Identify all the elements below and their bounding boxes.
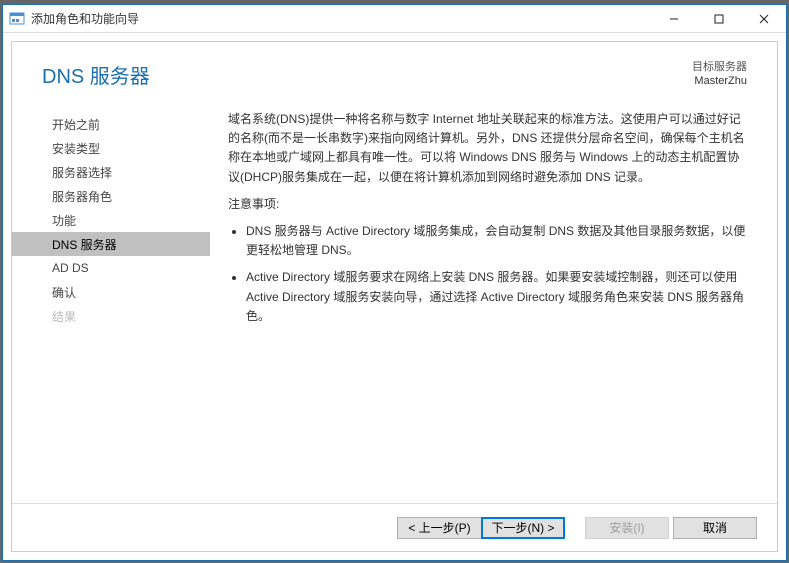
sidebar-item-label: 服务器选择: [52, 164, 112, 181]
body: 开始之前 安装类型 服务器选择 服务器角色 功能 DNS 服务器 AD DS 确…: [12, 108, 777, 503]
notice-item: DNS 服务器与 Active Directory 域服务集成，会自动复制 DN…: [246, 222, 747, 260]
sidebar-item-features[interactable]: 功能: [12, 208, 210, 232]
footer: < 上一步(P) 下一步(N) > 安装(I) 取消: [12, 503, 777, 551]
titlebar: 添加角色和功能向导: [3, 5, 786, 33]
cancel-button[interactable]: 取消: [673, 517, 757, 539]
sidebar-item-server-roles[interactable]: 服务器角色: [12, 184, 210, 208]
wizard-window: 添加角色和功能向导 DNS 服务器 目标服务器 MasterZhu 开始之前 安…: [2, 4, 787, 561]
nav-button-group: < 上一步(P) 下一步(N) >: [397, 517, 565, 539]
sidebar: 开始之前 安装类型 服务器选择 服务器角色 功能 DNS 服务器 AD DS 确…: [12, 108, 210, 493]
next-button[interactable]: 下一步(N) >: [481, 517, 565, 539]
target-server-box: 目标服务器 MasterZhu: [692, 60, 747, 89]
window-title: 添加角色和功能向导: [31, 10, 139, 27]
minimize-button[interactable]: [651, 5, 696, 33]
sidebar-item-results: 结果: [12, 304, 210, 328]
sidebar-item-ad-ds[interactable]: AD DS: [12, 256, 210, 280]
sidebar-item-label: 结果: [52, 308, 76, 325]
app-icon: [9, 11, 25, 27]
sidebar-item-label: AD DS: [52, 261, 89, 275]
sidebar-item-label: 安装类型: [52, 140, 100, 157]
maximize-button[interactable]: [696, 5, 741, 33]
notice-item: Active Directory 域服务要求在网络上安装 DNS 服务器。如果要…: [246, 268, 747, 326]
content-area: 域名系统(DNS)提供一种将名称与数字 Internet 地址关联起来的标准方法…: [210, 108, 747, 493]
header: DNS 服务器 目标服务器 MasterZhu: [12, 42, 777, 108]
sidebar-item-label: DNS 服务器: [52, 236, 117, 253]
description-paragraph: 域名系统(DNS)提供一种将名称与数字 Internet 地址关联起来的标准方法…: [228, 110, 747, 187]
sidebar-item-label: 功能: [52, 212, 76, 229]
sidebar-item-server-select[interactable]: 服务器选择: [12, 160, 210, 184]
sidebar-item-before-begin[interactable]: 开始之前: [12, 112, 210, 136]
target-server-value: MasterZhu: [692, 74, 747, 88]
sidebar-item-label: 开始之前: [52, 116, 100, 133]
sidebar-item-confirm[interactable]: 确认: [12, 280, 210, 304]
sidebar-item-dns-server[interactable]: DNS 服务器: [12, 232, 210, 256]
target-server-label: 目标服务器: [692, 60, 747, 74]
install-button: 安装(I): [585, 517, 669, 539]
sidebar-item-install-type[interactable]: 安装类型: [12, 136, 210, 160]
sidebar-item-label: 服务器角色: [52, 188, 112, 205]
close-button[interactable]: [741, 5, 786, 33]
notice-heading: 注意事项:: [228, 195, 747, 214]
notice-list: DNS 服务器与 Active Directory 域服务集成，会自动复制 DN…: [228, 222, 747, 326]
page-title: DNS 服务器: [42, 60, 150, 89]
sidebar-item-label: 确认: [52, 284, 76, 301]
wizard-body: DNS 服务器 目标服务器 MasterZhu 开始之前 安装类型 服务器选择 …: [11, 41, 778, 552]
previous-button[interactable]: < 上一步(P): [397, 517, 481, 539]
